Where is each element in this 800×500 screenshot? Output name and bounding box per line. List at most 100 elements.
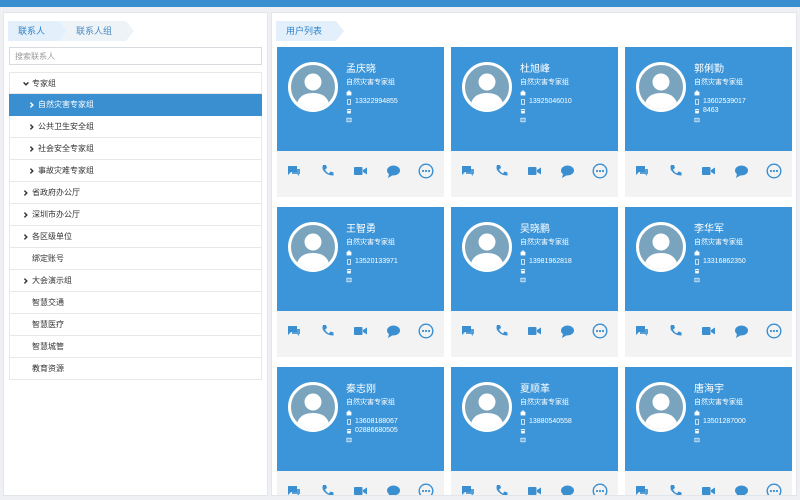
user-info: 孟庆晓 自然灾害专家组 13322994855	[346, 64, 398, 124]
more-button[interactable]	[418, 483, 434, 495]
tree-item[interactable]: 深圳市办公厅	[9, 204, 262, 226]
avatar[interactable]	[636, 382, 686, 432]
user-card-header: 李华军 自然灾害专家组 13316862350	[625, 207, 792, 311]
user-tel-row	[694, 266, 746, 275]
tree-item-label: 智慧交通	[32, 298, 64, 307]
phone-call-icon	[670, 485, 682, 495]
message-button[interactable]	[559, 163, 575, 179]
tab-user-list[interactable]: 用户列表	[276, 21, 345, 41]
video-call-button[interactable]	[352, 323, 368, 339]
tree-item[interactable]: 自然灾害专家组	[9, 94, 262, 116]
message-button[interactable]	[559, 483, 575, 495]
chat-button[interactable]	[634, 163, 650, 179]
more-icon	[766, 163, 782, 179]
tree-item[interactable]: 智慧交通	[9, 292, 262, 314]
tree-item[interactable]: 智慧城管	[9, 336, 262, 358]
tree-item[interactable]: 大会演示组	[9, 270, 262, 292]
user-department: 自然灾害专家组	[694, 399, 743, 406]
tree-item[interactable]: 专家组	[9, 72, 262, 94]
more-button[interactable]	[766, 163, 782, 179]
phone-call-button[interactable]	[493, 323, 509, 339]
message-button[interactable]	[733, 323, 749, 339]
message-button[interactable]	[733, 163, 749, 179]
tree-item[interactable]: 教育资源	[9, 358, 262, 380]
search-contacts-input[interactable]	[9, 47, 262, 65]
tree-item-label: 各区级单位	[32, 232, 72, 241]
phone-call-button[interactable]	[667, 483, 683, 495]
phone-call-button[interactable]	[667, 323, 683, 339]
message-button[interactable]	[385, 483, 401, 495]
message-button[interactable]	[733, 483, 749, 495]
phone-call-button[interactable]	[319, 483, 335, 495]
tree-item[interactable]: 事故灾难专家组	[9, 160, 262, 182]
user-phone: 13501287000	[703, 418, 746, 425]
more-button[interactable]	[766, 483, 782, 495]
chat-button[interactable]	[634, 323, 650, 339]
video-call-button[interactable]	[352, 163, 368, 179]
tree-item[interactable]: 各区级单位	[9, 226, 262, 248]
chat-button[interactable]	[460, 323, 476, 339]
chat-button[interactable]	[286, 163, 302, 179]
tree-item[interactable]: 绑定账号	[9, 248, 262, 270]
chat-button[interactable]	[460, 483, 476, 495]
message-button[interactable]	[385, 323, 401, 339]
chevron-right-icon	[22, 204, 32, 226]
chat-button[interactable]	[286, 323, 302, 339]
tree-item-label: 智慧城管	[32, 342, 64, 351]
avatar[interactable]	[462, 222, 512, 272]
chat-button[interactable]	[634, 483, 650, 495]
mobile-phone-icon	[521, 258, 525, 265]
video-call-button[interactable]	[526, 163, 542, 179]
more-button[interactable]	[418, 323, 434, 339]
telephone-icon	[346, 428, 352, 433]
chat-button[interactable]	[286, 483, 302, 495]
phone-call-icon	[670, 325, 682, 336]
video-call-button[interactable]	[526, 483, 542, 495]
user-phone: 13520133971	[355, 258, 398, 265]
avatar-person-icon	[470, 393, 504, 429]
phone-call-button[interactable]	[493, 163, 509, 179]
avatar[interactable]	[288, 62, 338, 112]
more-icon	[592, 163, 608, 179]
user-phone-row: 13501287000	[694, 417, 746, 426]
user-phone: 13608188067	[355, 418, 398, 425]
user-info: 秦志刚 自然灾害专家组 13608188067 02886680505	[346, 384, 398, 444]
more-button[interactable]	[766, 323, 782, 339]
chat-button[interactable]	[460, 163, 476, 179]
more-button[interactable]	[592, 323, 608, 339]
avatar[interactable]	[462, 382, 512, 432]
avatar[interactable]	[288, 222, 338, 272]
video-call-button[interactable]	[526, 323, 542, 339]
tree-item[interactable]: 智慧医疗	[9, 314, 262, 336]
phone-call-button[interactable]	[493, 483, 509, 495]
tab-contact-groups[interactable]: 联系人组	[60, 21, 135, 41]
video-call-button[interactable]	[352, 483, 368, 495]
more-button[interactable]	[418, 163, 434, 179]
phone-call-button[interactable]	[667, 163, 683, 179]
tree-item-label: 专家组	[32, 79, 56, 88]
user-card-actions	[451, 319, 618, 343]
video-call-button[interactable]	[700, 323, 716, 339]
message-button[interactable]	[385, 163, 401, 179]
avatar[interactable]	[462, 62, 512, 112]
more-button[interactable]	[592, 483, 608, 495]
user-fax-row	[346, 275, 398, 284]
more-button[interactable]	[592, 163, 608, 179]
avatar[interactable]	[636, 62, 686, 112]
tree-item[interactable]: 公共卫生安全组	[9, 116, 262, 138]
tree-item[interactable]: 社会安全专家组	[9, 138, 262, 160]
avatar-person-icon	[296, 73, 330, 109]
user-phone-row: 13608188067	[346, 417, 398, 426]
avatar[interactable]	[288, 382, 338, 432]
video-call-button[interactable]	[700, 483, 716, 495]
tree-item[interactable]: 省政府办公厅	[9, 182, 262, 204]
user-department: 自然灾害专家组	[346, 239, 395, 246]
user-info: 杜旭峰 自然灾害专家组 13925046010	[520, 64, 572, 124]
avatar[interactable]	[636, 222, 686, 272]
phone-call-button[interactable]	[319, 323, 335, 339]
tab-contacts[interactable]: 联系人	[8, 21, 68, 41]
phone-call-button[interactable]	[319, 163, 335, 179]
chat-icon	[288, 166, 300, 176]
message-button[interactable]	[559, 323, 575, 339]
video-call-button[interactable]	[700, 163, 716, 179]
